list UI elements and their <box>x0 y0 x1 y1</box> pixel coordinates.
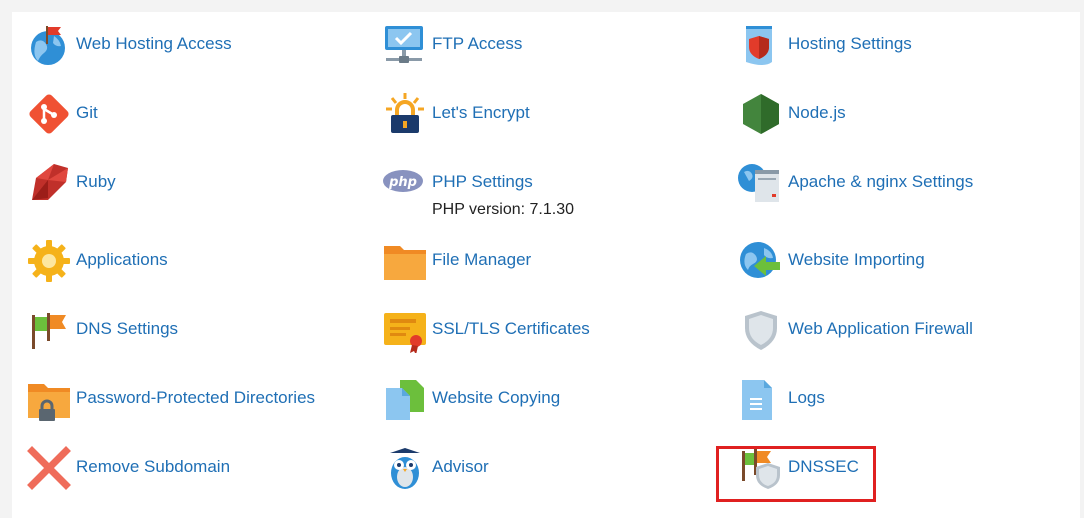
ftp-access-link[interactable]: FTP Access <box>432 34 522 54</box>
ruby-gem-icon <box>32 164 68 200</box>
tool-password-protected-directories[interactable]: Password-Protected Directories <box>26 384 346 422</box>
tool-file-manager[interactable]: File Manager <box>382 246 702 284</box>
tool-apache-nginx-settings[interactable]: Apache & nginx Settings <box>738 164 1058 206</box>
tool-advisor[interactable]: Advisor <box>382 448 702 491</box>
nodejs-link[interactable]: Node.js <box>788 103 846 123</box>
tool-hosting-settings[interactable]: Hosting Settings <box>738 26 1058 68</box>
applications-link[interactable]: Applications <box>76 250 168 270</box>
ruby-link[interactable]: Ruby <box>76 172 116 192</box>
gear-icon <box>28 240 70 282</box>
web-application-firewall-link[interactable]: Web Application Firewall <box>788 319 973 339</box>
copy-documents-icon <box>386 380 424 420</box>
padlock-sunrise-icon <box>386 93 424 133</box>
advisor-link[interactable]: Advisor <box>432 457 489 477</box>
file-manager-link[interactable]: File Manager <box>432 250 531 270</box>
svg-text:php: php <box>388 175 417 190</box>
tool-nodejs[interactable]: Node.js <box>738 94 1058 137</box>
folder-icon <box>384 246 426 280</box>
website-copying-link[interactable]: Website Copying <box>432 388 560 408</box>
tool-applications[interactable]: Applications <box>26 240 346 284</box>
tool-ssl-tls-certificates[interactable]: SSL/TLS Certificates <box>382 313 702 353</box>
owl-icon <box>390 448 420 489</box>
tool-web-application-firewall[interactable]: Web Application Firewall <box>738 311 1058 353</box>
ssl-tls-certificates-link[interactable]: SSL/TLS Certificates <box>432 319 590 339</box>
php-settings-link[interactable]: PHP Settings <box>432 172 574 192</box>
shield-icon <box>745 311 777 350</box>
locked-folder-icon <box>28 384 70 421</box>
logs-link[interactable]: Logs <box>788 388 825 408</box>
dnssec-highlight-box <box>716 446 876 502</box>
tool-lets-encrypt[interactable]: Let's Encrypt <box>382 93 702 137</box>
apache-nginx-settings-link[interactable]: Apache & nginx Settings <box>788 172 973 192</box>
monitor-network-icon <box>385 26 423 63</box>
lets-encrypt-link[interactable]: Let's Encrypt <box>432 103 530 123</box>
log-document-icon <box>742 380 772 420</box>
tool-web-hosting-access[interactable]: Web Hosting Access <box>26 26 346 68</box>
tool-website-importing[interactable]: Website Importing <box>738 242 1058 284</box>
shield-document-icon <box>746 26 772 65</box>
globe-import-icon <box>740 242 780 278</box>
globe-flag-icon <box>31 26 65 65</box>
password-protected-directories-link[interactable]: Password-Protected Directories <box>76 388 315 408</box>
tool-git[interactable]: Git <box>26 94 346 137</box>
tool-ftp-access[interactable]: FTP Access <box>382 26 702 68</box>
nodejs-hexagon-icon <box>743 94 779 134</box>
hosting-settings-link[interactable]: Hosting Settings <box>788 34 912 54</box>
flags-icon <box>32 313 66 349</box>
php-icon: php <box>383 170 423 192</box>
remove-subdomain-link[interactable]: Remove Subdomain <box>76 457 230 477</box>
website-importing-link[interactable]: Website Importing <box>788 250 925 270</box>
tool-logs[interactable]: Logs <box>738 380 1058 422</box>
tool-dns-settings[interactable]: DNS Settings <box>26 313 346 353</box>
tool-php-settings[interactable]: php PHP Settings PHP version: 7.1.30 <box>382 170 702 220</box>
server-globe-icon <box>738 164 779 202</box>
tool-remove-subdomain[interactable]: Remove Subdomain <box>26 446 346 491</box>
dns-settings-link[interactable]: DNS Settings <box>76 319 178 339</box>
git-link[interactable]: Git <box>76 103 98 123</box>
git-icon <box>29 94 69 134</box>
tool-ruby[interactable]: Ruby <box>26 164 346 206</box>
remove-x-icon <box>27 446 71 490</box>
web-hosting-access-link[interactable]: Web Hosting Access <box>76 34 232 54</box>
certificate-icon <box>384 313 426 353</box>
tool-website-copying[interactable]: Website Copying <box>382 380 702 422</box>
php-version-text: PHP version: 7.1.30 <box>432 201 575 218</box>
